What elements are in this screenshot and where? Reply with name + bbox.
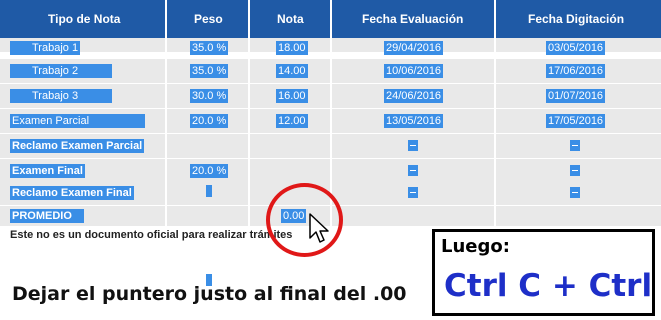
fecha-dig-text[interactable]: 17/06/2016 [546, 64, 606, 78]
header-tipo-text: Tipo de Nota [48, 12, 121, 26]
fecha-dig-empty-selection [570, 140, 580, 151]
tipo-text[interactable]: Trabajo 3 [10, 89, 113, 103]
table-row: Reclamo Examen Parcial [0, 134, 661, 286]
fecha-eval-text[interactable]: 10/06/2016 [384, 64, 444, 78]
fecha-eval-text[interactable]: 29/04/2016 [384, 41, 444, 55]
peso-text[interactable]: 20.0 % [190, 164, 229, 178]
fecha-eval-empty-selection [408, 187, 418, 198]
fecha-dig-text[interactable]: 17/05/2016 [546, 114, 606, 128]
cell-nota [250, 134, 330, 158]
tipo-text[interactable]: Reclamo Examen Final [10, 186, 134, 200]
fecha-eval-text[interactable]: 24/06/2016 [384, 89, 444, 103]
nota-text[interactable]: 16.00 [276, 89, 308, 103]
cell-peso [167, 206, 248, 226]
cell-peso [167, 134, 248, 158]
header-nota-text: Nota [277, 12, 304, 26]
instruction-text: Dejar el puntero justo al final del .00 [12, 283, 407, 305]
nota-text[interactable]: 14.00 [276, 64, 308, 78]
promedio-label[interactable]: PROMEDIO [10, 209, 84, 223]
cell-nota [250, 159, 330, 183]
disclaimer-note: Este no es un documento oficial para rea… [10, 229, 293, 241]
peso-text[interactable]: 35.0 % [190, 41, 229, 55]
table-row: Trabajo 3 30.0 % 16.00 24/06/2016 01/07/… [0, 84, 661, 108]
tipo-text[interactable]: Trabajo 2 [10, 64, 113, 78]
tipo-text[interactable]: Examen Final [10, 164, 85, 178]
cell-fecha-dig [496, 206, 661, 226]
header-fecha-dig-text: Fecha Digitación [528, 12, 625, 26]
fecha-eval-empty-selection [408, 165, 418, 176]
tipo-text[interactable]: Examen Parcial [10, 114, 146, 128]
header-labels: Tipo de Nota Peso Nota Fecha Evaluación … [0, 12, 661, 26]
fecha-eval-empty-selection [408, 140, 418, 151]
tipo-text[interactable]: Reclamo Examen Parcial [10, 139, 145, 153]
peso-empty-selection [206, 185, 212, 197]
peso-text[interactable]: 20.0 % [190, 114, 229, 128]
table-row: Examen Final 20.0 % [0, 159, 661, 183]
fecha-eval-text[interactable]: 13/05/2016 [384, 114, 444, 128]
cell-fecha-eval [332, 206, 494, 226]
highlight-circle [266, 183, 343, 257]
callout-title: Luego: [441, 236, 510, 257]
table-row: Trabajo 2 35.0 % 14.00 10/06/2016 17/06/… [0, 59, 661, 83]
peso-text[interactable]: 30.0 % [190, 89, 229, 103]
fecha-dig-text[interactable]: 01/07/2016 [546, 89, 606, 103]
table-row: Examen Parcial 20.0 % 12.00 13/05/2016 1… [0, 109, 661, 133]
fecha-dig-text[interactable]: 03/05/2016 [546, 41, 606, 55]
callout-shortcut: Ctrl C + Ctrl V [444, 268, 661, 304]
nota-text[interactable]: 18.00 [276, 41, 308, 55]
mouse-pointer-icon [309, 213, 329, 243]
fecha-dig-empty-selection [570, 187, 580, 198]
peso-text[interactable]: 35.0 % [190, 64, 229, 78]
nota-text[interactable]: 12.00 [276, 114, 308, 128]
header-fecha-eval-text: Fecha Evaluación [362, 12, 464, 26]
fecha-dig-empty-selection [570, 165, 580, 176]
tipo-text[interactable]: Trabajo 1 [10, 41, 81, 55]
header-peso-text: Peso [194, 12, 223, 26]
